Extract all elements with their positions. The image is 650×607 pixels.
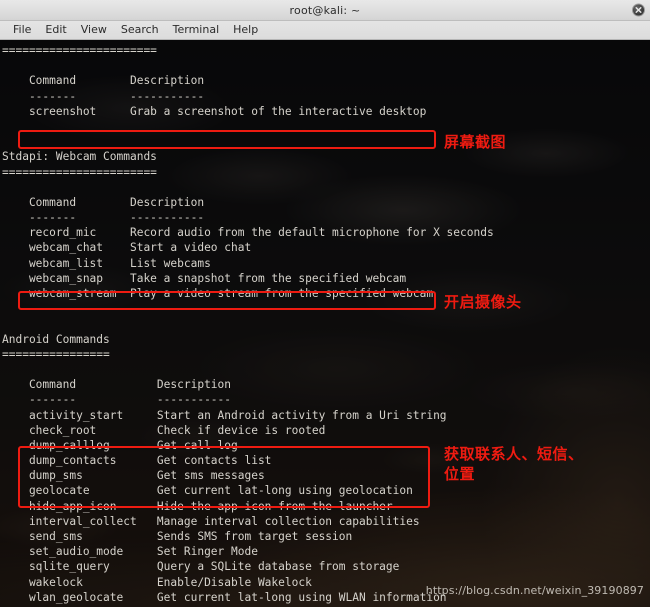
terminal-line: interval_collect Manage interval collect… <box>2 514 420 528</box>
terminal-line: ================ <box>2 347 110 361</box>
terminal-line: webcam_snap Take a snapshot from the spe… <box>2 271 407 285</box>
terminal-window: root@kali: ~ File Edit View Search Termi… <box>0 0 650 607</box>
menu-item-search[interactable]: Search <box>114 22 166 38</box>
terminal-line: check_root Check if device is rooted <box>2 423 326 437</box>
terminal-line: activity_start Start an Android activity… <box>2 408 447 422</box>
terminal-line: sqlite_query Query a SQLite database fro… <box>2 560 400 574</box>
terminal-line: ======================= <box>2 165 157 179</box>
terminal-line: Android Commands <box>2 332 110 346</box>
terminal-line: screenshot Grab a screenshot of the inte… <box>2 104 427 118</box>
terminal-line: record_mic Record audio from the default… <box>2 226 494 240</box>
watermark: https://blog.csdn.net/weixin_39190897 <box>425 584 644 597</box>
terminal-line: Command Description <box>2 378 232 392</box>
terminal-line: Command Description <box>2 195 205 209</box>
terminal-line: send_sms Sends SMS from target session <box>2 530 353 543</box>
menu-item-file[interactable]: File <box>6 22 38 38</box>
menubar: File Edit View Search Terminal Help <box>0 21 650 40</box>
terminal-line: webcam_list List webcams <box>2 256 211 270</box>
terminal-line: Command Description <box>2 74 205 88</box>
menu-item-terminal[interactable]: Terminal <box>166 22 227 38</box>
menu-item-help[interactable]: Help <box>226 22 265 38</box>
terminal-line: ======================= <box>2 44 157 57</box>
annotation-screenshot: 屏幕截图 <box>444 133 507 151</box>
terminal-line: hide_app_icon Hide the app icon from the… <box>2 499 393 513</box>
terminal-line: geolocate Get current lat-long using geo… <box>2 484 413 498</box>
terminal-line: webcam_chat Start a video chat <box>2 241 252 255</box>
terminal-line: ------- ----------- <box>2 89 205 103</box>
menu-item-view[interactable]: View <box>74 22 114 38</box>
annotation-android-data: 获取联系人、短信、 位置 <box>444 445 584 483</box>
terminal-line: webcam_stream Play a video stream from t… <box>2 287 434 300</box>
close-icon[interactable] <box>632 3 645 17</box>
terminal-surface[interactable]: ======================= Command Descript… <box>0 40 650 607</box>
menu-item-edit[interactable]: Edit <box>38 22 73 38</box>
terminal-line: set_audio_mode Set Ringer Mode <box>2 545 258 559</box>
terminal-line: Stdapi: Webcam Commands <box>2 150 157 164</box>
annotation-webcam: 开启摄像头 <box>444 293 522 311</box>
window-title: root@kali: ~ <box>289 3 361 17</box>
window-titlebar: root@kali: ~ <box>0 0 650 21</box>
terminal-output: ======================= Command Descript… <box>0 40 650 607</box>
terminal-line: ------- ----------- <box>2 393 232 407</box>
terminal-line: ------- ----------- <box>2 211 205 225</box>
